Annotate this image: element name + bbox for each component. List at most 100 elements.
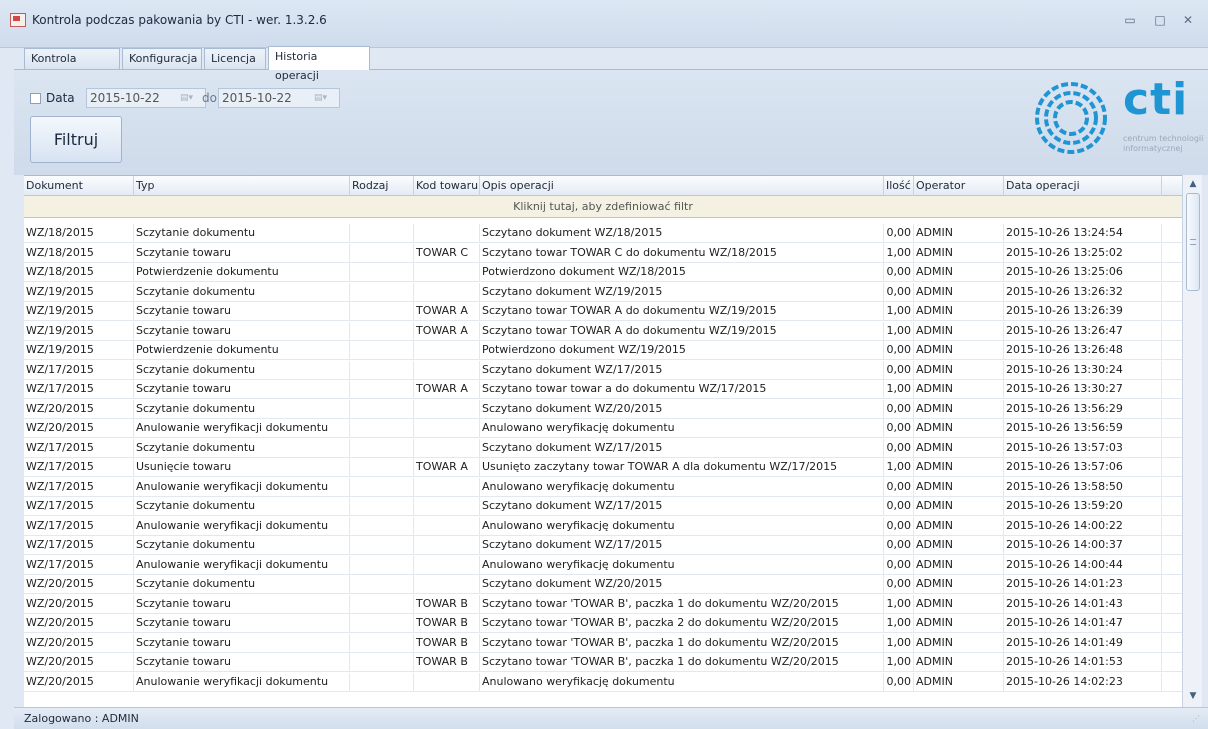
cell-opis-operacji: Potwierdzono dokument WZ/19/2015 [480, 341, 884, 360]
tab-licencja[interactable]: Licencja [204, 48, 266, 69]
table-row[interactable]: WZ/18/2015 Sczytanie towaru TOWAR C Sczytan… [24, 243, 1182, 263]
table-row[interactable]: WZ/20/2015 Sczytanie towaru TOWAR B Sczytan… [24, 594, 1182, 614]
cell-kod-towaru [414, 672, 480, 692]
table-row[interactable]: WZ/17/2015 Sczytanie dokumentu Sczytano do… [24, 536, 1182, 555]
cti-globe-icon [1035, 82, 1107, 154]
cell-typ: Anulowanie weryfikacji dokumentu [134, 555, 350, 575]
cell-ilosc: 0,00 [884, 282, 914, 302]
cell-rodzaj [350, 633, 414, 653]
cell-data-operacji: 2015-10-26 13:59:20 [1004, 497, 1162, 516]
table-row[interactable]: WZ/17/2015 Usunięcie towaru TOWAR A Usunięt… [24, 458, 1182, 477]
scroll-thumb[interactable] [1186, 193, 1200, 291]
table-row[interactable]: WZ/17/2015 Anulowanie weryfikacji dokumen… [24, 555, 1182, 575]
table-row[interactable]: WZ/17/2015 Anulowanie weryfikacji dokumen… [24, 516, 1182, 536]
table-row[interactable]: WZ/17/2015 Sczytanie dokumentu Sczytano do… [24, 497, 1182, 516]
column-header-operator[interactable]: Operator [914, 176, 1004, 196]
cell-opis-operacji: Sczytano dokument WZ/18/2015 [480, 224, 884, 243]
cell-rodzaj [350, 516, 414, 536]
calendar-dropdown-icon[interactable]: ▤▾ [314, 92, 336, 104]
column-header-rodzaj[interactable]: Rodzaj [350, 176, 414, 196]
grid-filter-row[interactable]: Kliknij tutaj, aby zdefiniować filtr [24, 196, 1182, 218]
cell-dokument: WZ/20/2015 [24, 419, 134, 438]
table-row[interactable]: WZ/20/2015 Anulowanie weryfikacji dokumen… [24, 672, 1182, 692]
close-icon[interactable]: ✕ [1180, 12, 1196, 28]
cell-rodzaj [350, 380, 414, 399]
minimize-icon[interactable]: ▭ [1122, 12, 1138, 28]
cell-typ: Sczytanie towaru [134, 243, 350, 263]
status-bar: Zalogowano : ADMIN ⋰ [14, 707, 1208, 729]
tab-konfiguracja[interactable]: Konfiguracja [122, 48, 202, 69]
date-label: Data [46, 91, 75, 105]
cell-data-operacji: 2015-10-26 13:26:39 [1004, 302, 1162, 321]
column-header-opis-operacji[interactable]: Opis operacji [480, 176, 884, 196]
table-row[interactable]: WZ/20/2015 Sczytanie towaru TOWAR B Sczytan… [24, 614, 1182, 633]
cell-ilosc: 1,00 [884, 594, 914, 614]
cell-rodzaj [350, 438, 414, 458]
cell-opis-operacji: Sczytano dokument WZ/17/2015 [480, 497, 884, 516]
cell-data-operacji: 2015-10-26 13:56:59 [1004, 419, 1162, 438]
date-from-input[interactable]: 2015-10-22 ▤▾ [86, 88, 206, 108]
column-header-kod-towaru[interactable]: Kod towaru [414, 176, 480, 196]
date-to-input[interactable]: 2015-10-22 ▤▾ [218, 88, 340, 108]
column-header-ilosc[interactable]: Ilość [884, 176, 914, 196]
table-row[interactable]: WZ/17/2015 Sczytanie dokumentu Sczytano do… [24, 360, 1182, 380]
cell-dokument: WZ/19/2015 [24, 282, 134, 302]
tab-historia-operacji[interactable]: Historia operacji [268, 46, 370, 82]
cell-kod-towaru [414, 282, 480, 302]
cell-typ: Anulowanie weryfikacji dokumentu [134, 672, 350, 692]
table-row[interactable]: WZ/20/2015 Sczytanie towaru TOWAR B Sczytan… [24, 653, 1182, 672]
date-checkbox[interactable] [30, 93, 41, 104]
table-row[interactable]: WZ/20/2015 Anulowanie weryfikacji dokumen… [24, 419, 1182, 438]
cell-ilosc: 0,00 [884, 516, 914, 536]
table-row[interactable]: WZ/20/2015 Sczytanie dokumentu Sczytano do… [24, 399, 1182, 419]
cell-typ: Sczytanie towaru [134, 614, 350, 633]
maximize-icon[interactable]: □ [1152, 12, 1168, 28]
cell-rodzaj [350, 653, 414, 672]
cell-kod-towaru [414, 438, 480, 458]
cell-data-operacji: 2015-10-26 13:26:47 [1004, 321, 1162, 341]
cell-dokument: WZ/19/2015 [24, 341, 134, 360]
status-text: Zalogowano : ADMIN [24, 712, 139, 725]
table-row[interactable]: WZ/19/2015 Potwierdzenie dokumentu Potwier… [24, 341, 1182, 360]
cell-dokument: WZ/17/2015 [24, 536, 134, 555]
scroll-up-icon[interactable]: ▲ [1187, 179, 1199, 191]
cell-ilosc: 0,00 [884, 438, 914, 458]
table-row[interactable]: WZ/19/2015 Sczytanie towaru TOWAR A Sczytan… [24, 302, 1182, 321]
cell-opis-operacji: Anulowano weryfikację dokumentu [480, 672, 884, 692]
cell-ilosc: 1,00 [884, 633, 914, 653]
cell-kod-towaru: TOWAR A [414, 458, 480, 477]
cell-data-operacji: 2015-10-26 14:00:22 [1004, 516, 1162, 536]
table-row[interactable]: WZ/20/2015 Sczytanie towaru TOWAR B Sczytan… [24, 633, 1182, 653]
calendar-dropdown-icon[interactable]: ▤▾ [180, 92, 202, 104]
column-header-typ[interactable]: Typ [134, 176, 350, 196]
resize-grip-icon[interactable]: ⋰ [1192, 714, 1202, 724]
cell-dokument: WZ/17/2015 [24, 458, 134, 477]
table-row[interactable]: WZ/17/2015 Sczytanie towaru TOWAR A Sczytan… [24, 380, 1182, 399]
cell-dokument: WZ/20/2015 [24, 399, 134, 419]
column-header-dokument[interactable]: Dokument [24, 176, 134, 196]
table-row[interactable]: WZ/19/2015 Sczytanie towaru TOWAR A Sczytan… [24, 321, 1182, 341]
cell-dokument: WZ/17/2015 [24, 438, 134, 458]
scroll-down-icon[interactable]: ▼ [1187, 691, 1199, 703]
cell-typ: Sczytanie dokumentu [134, 360, 350, 380]
table-row[interactable]: WZ/19/2015 Sczytanie dokumentu Sczytano do… [24, 282, 1182, 302]
table-row[interactable]: WZ/17/2015 Anulowanie weryfikacji dokumen… [24, 477, 1182, 497]
cell-dokument: WZ/20/2015 [24, 575, 134, 594]
column-header-data-operacji[interactable]: Data operacji [1004, 176, 1162, 196]
table-row[interactable]: WZ/17/2015 Sczytanie dokumentu Sczytano do… [24, 438, 1182, 458]
cell-operator: ADMIN [914, 360, 1004, 380]
filter-button[interactable]: Filtruj [30, 116, 122, 163]
table-row[interactable]: WZ/20/2015 Sczytanie dokumentu Sczytano do… [24, 575, 1182, 594]
cell-opis-operacji: Sczytano towar 'TOWAR B', paczka 1 do do… [480, 594, 884, 614]
cell-kod-towaru: TOWAR A [414, 380, 480, 399]
tab-kontrola-wydan[interactable]: Kontrola wydań [24, 48, 120, 84]
cell-rodzaj [350, 282, 414, 302]
table-row[interactable]: WZ/18/2015 Potwierdzenie dokumentu Potwier… [24, 263, 1182, 282]
cell-typ: Sczytanie dokumentu [134, 282, 350, 302]
cell-operator: ADMIN [914, 672, 1004, 692]
cell-kod-towaru: TOWAR B [414, 653, 480, 672]
cell-ilosc: 1,00 [884, 302, 914, 321]
cell-data-operacji: 2015-10-26 14:01:49 [1004, 633, 1162, 653]
table-row[interactable]: WZ/18/2015 Sczytanie dokumentu Sczytano do… [24, 224, 1182, 243]
vertical-scrollbar[interactable]: ▲ ▼ [1182, 175, 1202, 707]
